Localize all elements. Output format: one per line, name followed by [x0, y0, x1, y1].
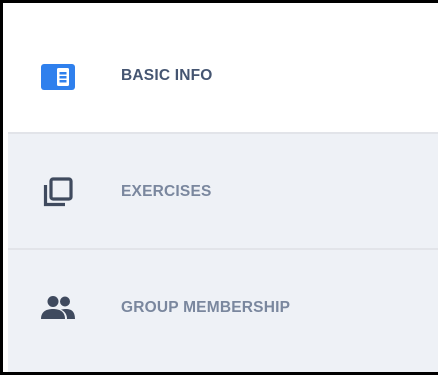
nav-item-label: EXERCISES: [121, 183, 212, 200]
nav-item-exercises[interactable]: EXERCISES: [8, 134, 438, 250]
nav-item-label: BASIC INFO: [121, 67, 213, 84]
nav-sidebar: BASIC INFO EXERCISES GROUP MEMBERSHIP: [0, 0, 438, 375]
nav-item-basic-info[interactable]: BASIC INFO: [8, 18, 438, 134]
basic-info-card-icon: [40, 59, 76, 95]
exercises-stack-icon: [40, 174, 76, 210]
nav-item-group-membership[interactable]: GROUP MEMBERSHIP: [8, 250, 438, 372]
group-people-icon: [40, 290, 76, 326]
nav-item-label: GROUP MEMBERSHIP: [121, 299, 291, 316]
